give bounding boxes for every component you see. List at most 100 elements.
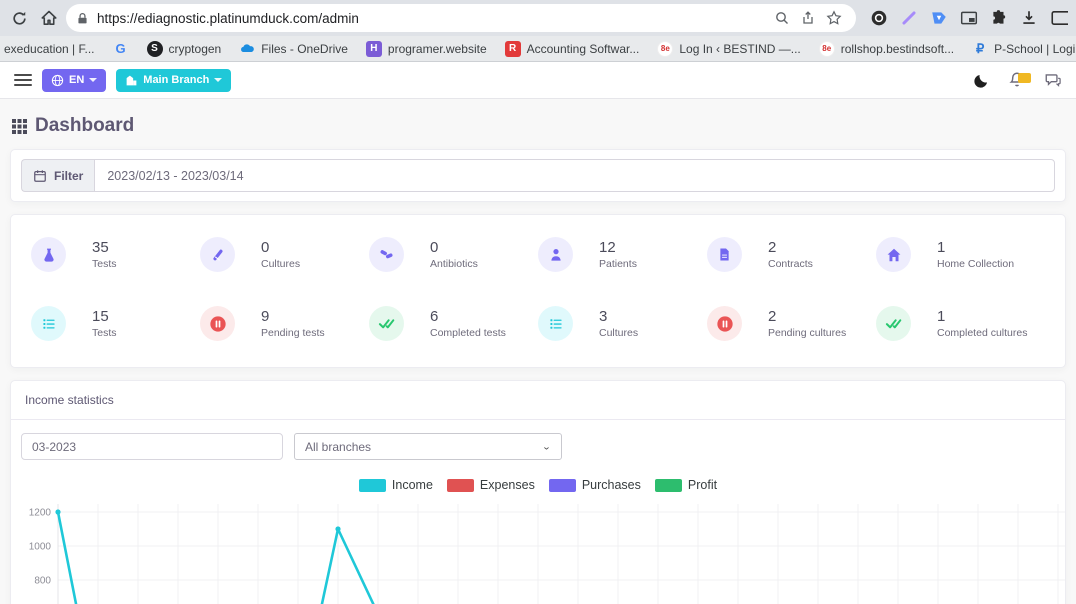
- profile-box-icon[interactable]: [1050, 9, 1068, 27]
- blue-extension-icon[interactable]: [930, 9, 948, 27]
- share-icon[interactable]: [800, 10, 816, 26]
- legend-swatch: [359, 479, 386, 492]
- branch-label: Main Branch: [143, 74, 209, 86]
- bookmark-item[interactable]: R Accounting Softwar...: [497, 38, 648, 60]
- branch-select[interactable]: All branches ⌄: [294, 433, 562, 460]
- chevron-down-icon: [214, 78, 222, 82]
- language-dropdown-button[interactable]: EN: [42, 69, 106, 92]
- language-label: EN: [69, 74, 84, 86]
- bookmark-item[interactable]: G: [105, 38, 137, 60]
- stat-tests-2: 15 Tests: [31, 306, 200, 341]
- stat-label: Antibiotics: [430, 258, 478, 270]
- screen: https://ediagnostic.platinumduck.com/adm…: [0, 0, 1076, 604]
- branch-select-value: All branches: [305, 440, 371, 454]
- pause-icon: [200, 306, 235, 341]
- stat-value: 3: [599, 308, 638, 325]
- month-input[interactable]: [21, 433, 283, 460]
- stat-value: 35: [92, 239, 117, 256]
- grid-icon: [12, 119, 27, 134]
- svg-text:1200: 1200: [29, 508, 52, 519]
- pause-icon: [707, 306, 742, 341]
- stat-label: Tests: [92, 258, 117, 270]
- extension-circle-icon[interactable]: [870, 9, 888, 27]
- bookmark-star-icon[interactable]: [826, 10, 842, 26]
- stat-contracts: 2 Contracts: [707, 237, 876, 272]
- home-button[interactable]: [36, 5, 62, 31]
- bookmark-item[interactable]: exeducation | F...: [4, 39, 103, 59]
- vial-icon: [200, 237, 235, 272]
- dark-mode-moon-icon[interactable]: [973, 72, 990, 89]
- income-chart: 12001000800600400: [11, 496, 1065, 604]
- browser-home-icon: [40, 9, 58, 27]
- income-statistics-title: Income statistics: [11, 381, 1065, 420]
- reload-button[interactable]: [6, 5, 32, 31]
- menu-toggle-button[interactable]: [14, 74, 32, 86]
- stat-label: Pending cultures: [768, 327, 846, 339]
- stat-value: 15: [92, 308, 117, 325]
- stat-value: 1: [937, 239, 1014, 256]
- double-check-icon: [876, 306, 911, 341]
- bookmark-item[interactable]: S cryptogen: [139, 38, 230, 60]
- legend-income[interactable]: Income: [359, 478, 433, 492]
- dashboard-content: Dashboard Filter 35 Tests: [0, 99, 1076, 604]
- programer-favicon-icon: H: [366, 41, 382, 57]
- stat-label: Cultures: [261, 258, 300, 270]
- contract-icon: [707, 237, 742, 272]
- stat-label: Contracts: [768, 258, 813, 270]
- stat-label: Completed cultures: [937, 327, 1027, 339]
- stat-label: Home Collection: [937, 258, 1014, 270]
- stat-value: 6: [430, 308, 506, 325]
- double-check-icon: [369, 306, 404, 341]
- bookmark-item[interactable]: 8e rollshop.bestindsoft...: [811, 38, 962, 60]
- stat-value: 1: [937, 308, 1027, 325]
- stat-label: Cultures: [599, 327, 638, 339]
- extensions-puzzle-icon[interactable]: [990, 9, 1008, 27]
- lock-icon: [76, 12, 89, 25]
- stat-antibiotics: 0 Antibiotics: [369, 237, 538, 272]
- legend-profit[interactable]: Profit: [655, 478, 717, 492]
- reload-icon: [11, 10, 28, 27]
- stat-pending-tests: 9 Pending tests: [200, 306, 369, 341]
- bookmark-item[interactable]: H programer.website: [358, 38, 495, 60]
- date-range-input[interactable]: [94, 159, 1055, 192]
- stat-home-collection: 1 Home Collection: [876, 237, 1045, 272]
- chevron-down-icon: ⌄: [542, 441, 551, 451]
- notification-badge: [1018, 73, 1031, 83]
- stat-label: Tests: [92, 327, 117, 339]
- chart-legend: Income Expenses Purchases Profit: [11, 468, 1065, 496]
- stat-completed-tests: 6 Completed tests: [369, 306, 538, 341]
- bookmark-item[interactable]: ₽ P-School | Login: [964, 38, 1076, 60]
- branch-dropdown-button[interactable]: Main Branch: [116, 69, 231, 92]
- bestind-favicon-icon: 8e: [819, 41, 835, 57]
- downloads-icon[interactable]: [1020, 9, 1038, 27]
- stat-value: 9: [261, 308, 325, 325]
- branch-icon: [125, 74, 138, 87]
- bestind-favicon-icon: 8e: [657, 41, 673, 57]
- stats-grid: 35 Tests 0 Cultures 0 Antibiotics: [31, 237, 1045, 341]
- calendar-icon: [33, 169, 47, 183]
- onedrive-favicon-icon: [239, 41, 255, 57]
- bookmark-item[interactable]: Files - OneDrive: [231, 38, 356, 60]
- stat-pending-cultures: 2 Pending cultures: [707, 306, 876, 341]
- url-text[interactable]: https://ediagnostic.platinumduck.com/adm…: [97, 11, 766, 26]
- picture-in-picture-icon[interactable]: [960, 9, 978, 27]
- stat-cultures-2: 3 Cultures: [538, 306, 707, 341]
- capsules-icon: [369, 237, 404, 272]
- stat-value: 0: [261, 239, 300, 256]
- zoom-icon[interactable]: [774, 10, 790, 26]
- bookmark-item[interactable]: 8e Log In ‹ BESTIND —...: [649, 38, 808, 60]
- legend-expenses[interactable]: Expenses: [447, 478, 535, 492]
- notifications-button[interactable]: [1008, 71, 1026, 89]
- chat-icon[interactable]: [1044, 71, 1062, 89]
- stat-value: 2: [768, 239, 813, 256]
- stat-label: Pending tests: [261, 327, 325, 339]
- google-favicon-icon: G: [113, 41, 129, 57]
- patient-icon: [538, 237, 573, 272]
- chevron-down-icon: [89, 78, 97, 82]
- address-bar[interactable]: https://ediagnostic.platinumduck.com/adm…: [66, 4, 856, 32]
- pen-extension-icon[interactable]: [900, 9, 918, 27]
- flask-icon: [31, 237, 66, 272]
- stat-patients: 12 Patients: [538, 237, 707, 272]
- legend-purchases[interactable]: Purchases: [549, 478, 641, 492]
- legend-swatch: [447, 479, 474, 492]
